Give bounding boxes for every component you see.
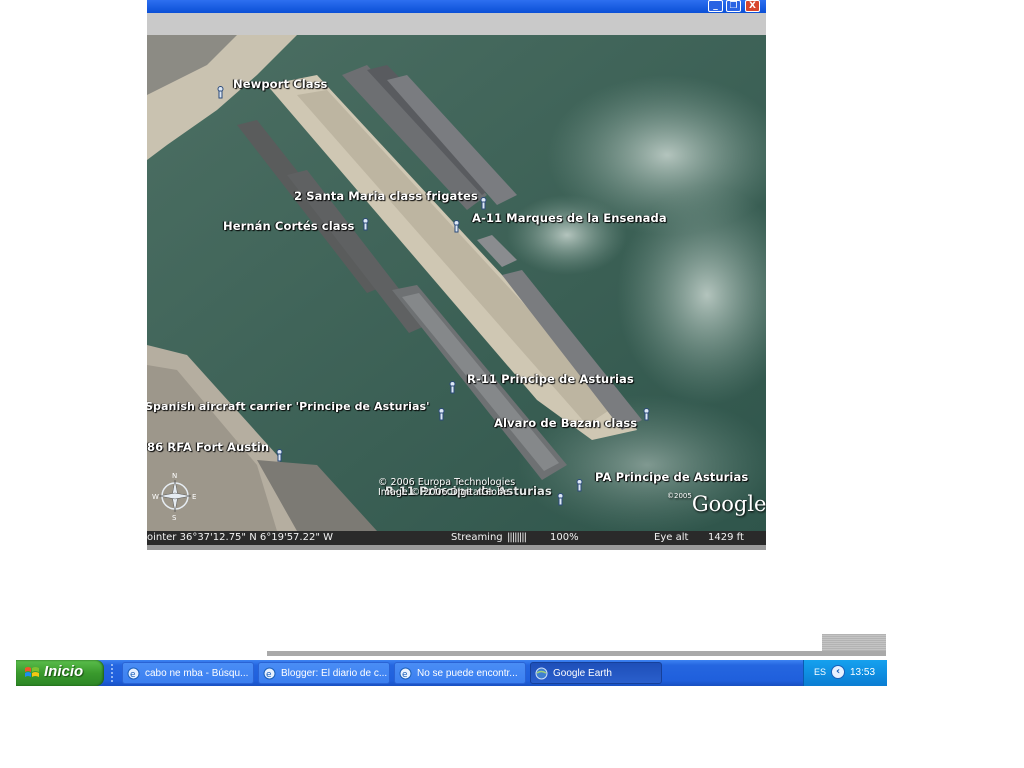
taskbar-button[interactable]: e Blogger: El diario de c... [258, 662, 390, 684]
map-view[interactable]: Newport Class 2 Santa Maria class frigat… [147, 35, 766, 531]
window-bottom-border [147, 545, 766, 550]
compass-south: S [172, 514, 177, 521]
svg-text:e: e [130, 670, 136, 680]
taskbar-button[interactable]: e No se puede encontr... [394, 662, 526, 684]
logo-year: ©2005 [667, 492, 692, 500]
status-bar: ointer 36°37'12.75" N 6°19'57.22" W Stre… [147, 531, 766, 545]
taskbar-button-label: Google Earth [553, 668, 612, 679]
streaming-bars: |||||||| [507, 532, 527, 543]
placemark-icon[interactable] [480, 197, 487, 210]
google-earth-icon [535, 667, 548, 680]
internet-explorer-icon: e [399, 667, 412, 680]
placemark-icon[interactable] [643, 408, 650, 421]
pointer-coordinates: ointer 36°37'12.75" N 6°19'57.22" W [147, 532, 333, 543]
window-titlebar[interactable] [147, 0, 766, 13]
toolbar-strip [147, 13, 766, 35]
map-label[interactable]: A-11 Marques de la Ensenada [472, 211, 667, 225]
map-label[interactable]: 86 RFA Fort Austin [147, 440, 269, 454]
map-label[interactable]: 2 Santa Maria class frigates [294, 189, 478, 203]
taskbar-grip[interactable] [111, 664, 113, 682]
compass-north: N [172, 472, 177, 480]
desktop-fragment-line [267, 651, 886, 656]
taskbar-button-label: No se puede encontr... [417, 668, 518, 679]
map-label[interactable]: PA Principe de Asturias [595, 470, 748, 484]
streaming-percent: 100% [550, 532, 579, 543]
clock[interactable]: 13:53 [850, 667, 875, 678]
satellite-imagery [147, 35, 766, 531]
taskbar-button-active[interactable]: Google Earth [530, 662, 662, 684]
map-label[interactable]: Newport Class [233, 77, 328, 91]
placemark-icon[interactable] [217, 86, 224, 99]
map-label[interactable]: Spanish aircraft carrier 'Principe de As… [147, 400, 430, 413]
svg-text:e: e [402, 670, 408, 680]
map-copyright: © 2006 Europa Technologies Image © 2006 … [378, 478, 515, 498]
restore-button[interactable]: ❐ [726, 0, 741, 12]
compass-icon[interactable]: N S E W [152, 471, 200, 521]
placemark-icon[interactable] [453, 220, 460, 233]
placemark-icon[interactable] [276, 449, 283, 462]
taskbar-button-label: Blogger: El diario de c... [281, 668, 388, 679]
placemark-icon[interactable] [449, 381, 456, 394]
system-tray: ES ‹ 13:53 [803, 660, 887, 686]
taskbar-button[interactable]: e cabo ne mba - Búsqu... [122, 662, 254, 684]
placemark-icon[interactable] [557, 493, 564, 506]
windows-logo-icon [25, 667, 39, 677]
map-label[interactable]: R-11 Principe de Asturias [467, 372, 634, 386]
compass-east: E [192, 493, 196, 501]
compass-west: W [152, 493, 159, 501]
restore-icon: ❐ [729, 1, 738, 11]
copyright-line-2: Image © 2006 DigitalGlobe [378, 487, 509, 498]
streaming-label: Streaming [451, 532, 503, 543]
placemark-icon[interactable] [362, 218, 369, 231]
internet-explorer-icon: e [263, 667, 276, 680]
internet-explorer-icon: e [127, 667, 140, 680]
show-hidden-icons-icon[interactable]: ‹ [831, 665, 845, 679]
placemark-icon[interactable] [438, 408, 445, 421]
minimize-icon: _ [713, 1, 718, 11]
map-label[interactable]: Alvaro de Bazan class [494, 416, 637, 430]
start-label: Inicio [44, 663, 84, 680]
taskbar-button-label: cabo ne mba - Búsqu... [145, 668, 249, 679]
start-button[interactable]: Inicio [16, 660, 104, 686]
eye-alt-value: 1429 ft [708, 532, 744, 543]
placemark-icon[interactable] [576, 479, 583, 492]
logo-text: Google [691, 492, 766, 516]
minimize-button[interactable]: _ [708, 0, 723, 12]
svg-text:e: e [266, 670, 272, 680]
eye-alt-label: Eye alt [654, 532, 689, 543]
close-button[interactable]: X [745, 0, 760, 12]
map-label[interactable]: Hernán Cortés class [223, 219, 355, 233]
language-indicator[interactable]: ES [814, 667, 826, 677]
close-icon: X [749, 1, 756, 11]
google-logo: ©2005Google [667, 492, 766, 516]
taskbar: Inicio e cabo ne mba - Búsqu... e Blogge… [16, 660, 887, 686]
